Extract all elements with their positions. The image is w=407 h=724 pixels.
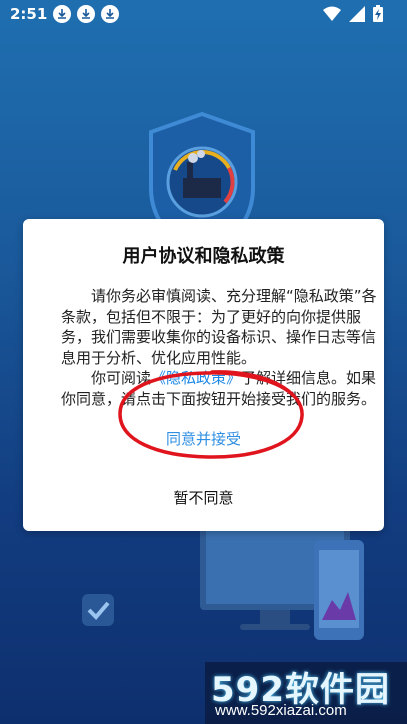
watermark-url: www.592xiazai.com: [215, 702, 347, 719]
dialog-body: 请你务必审慎阅读、充分理解“隐私政策”各条款，包括但不限于：为了更好的向你提供服…: [61, 286, 377, 409]
download-icon: [101, 5, 120, 23]
status-bar: 2:51: [0, 0, 407, 28]
clock: 2:51: [10, 5, 48, 23]
disagree-button[interactable]: 暂不同意: [23, 481, 384, 515]
signal-icon: [349, 5, 365, 22]
privacy-dialog: 用户协议和隐私政策 请你务必审慎阅读、充分理解“隐私政策”各条款，包括但不限于：…: [23, 219, 384, 531]
paragraph-2-prefix: 你可阅读: [91, 369, 152, 387]
download-icon: [77, 5, 96, 23]
wifi-icon: [323, 6, 341, 21]
dialog-title: 用户协议和隐私政策: [122, 246, 285, 267]
privacy-policy-link[interactable]: 《隐私政策》: [151, 369, 241, 387]
checkmark-badge-icon: [82, 594, 114, 626]
dialog-paragraph-1: 请你务必审慎阅读、充分理解“隐私政策”各条款，包括但不限于：为了更好的向你提供服…: [61, 287, 377, 367]
site-watermark: 592软件园 www.592xiazai.com: [205, 662, 407, 724]
battery-charging-icon: [373, 5, 383, 22]
agree-button[interactable]: 同意并接受: [23, 422, 384, 456]
dialog-paragraph-2: 你可阅读《隐私政策》了解详细信息。如果你同意，请点击下面按钮开始接受我们的服务。: [61, 368, 377, 409]
phone-illustration: [314, 540, 364, 640]
download-icon: [53, 5, 72, 23]
status-icons: [323, 5, 383, 22]
